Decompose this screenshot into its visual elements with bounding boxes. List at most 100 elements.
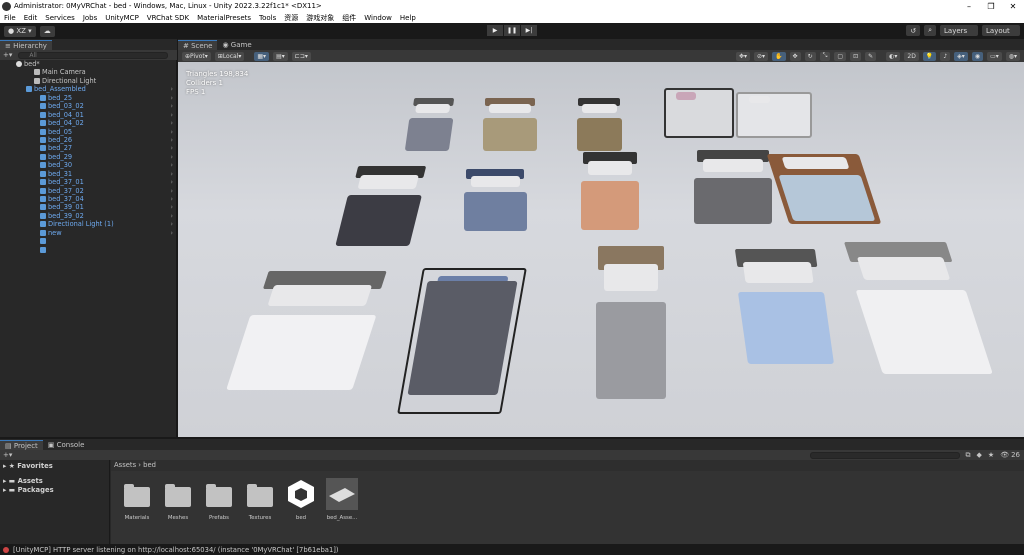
hand-tool-button[interactable]: ✋	[772, 51, 786, 61]
scale-tool-button[interactable]: ⤡	[819, 51, 831, 61]
list-item[interactable]	[0, 237, 177, 245]
snap-increment-button[interactable]: ▤▾	[273, 51, 288, 61]
list-item[interactable]: Directional Light (1) ›	[0, 220, 177, 228]
asset-item-materials[interactable]: Materials	[121, 478, 153, 521]
bed-model[interactable]	[330, 165, 431, 250]
list-item[interactable]: bed_29 ›	[0, 153, 177, 161]
tab-project[interactable]: ▤ Project	[0, 440, 43, 450]
chevron-right-icon[interactable]: ›	[170, 187, 173, 195]
bed-model[interactable]	[578, 151, 642, 234]
chevron-right-icon[interactable]: ›	[170, 178, 173, 186]
asset-item-bed-assembled[interactable]: bed_Asse...	[326, 478, 358, 521]
shading-dropdown[interactable]: ◐▾	[886, 51, 901, 61]
menu-edit[interactable]: Edit	[20, 14, 42, 22]
layers-dropdown[interactable]: Layers	[940, 25, 978, 36]
menu-file[interactable]: File	[0, 14, 20, 22]
filter-label-icon[interactable]: ◆	[977, 451, 982, 459]
chevron-right-icon[interactable]: ›	[170, 203, 173, 211]
list-item[interactable]: bed_Assembled ›	[0, 85, 177, 93]
gizmo-tools-dropdown[interactable]: ✥▾	[735, 51, 751, 61]
maximize-button[interactable]: ❐	[980, 2, 1002, 11]
list-item[interactable]	[0, 246, 177, 254]
menu-unitymcp[interactable]: UnityMCP	[101, 14, 143, 22]
filter-type-icon[interactable]: ⧉	[966, 451, 971, 460]
menu-jobs[interactable]: Jobs	[79, 14, 101, 22]
list-item[interactable]: Main Camera	[0, 68, 177, 76]
transform-tool-button[interactable]: ⊡	[850, 51, 862, 61]
bunk-bed-model[interactable]	[664, 88, 734, 138]
rect-tool-button[interactable]: ▢	[834, 51, 847, 61]
list-item[interactable]: bed_37_01 ›	[0, 178, 177, 186]
project-search-input[interactable]	[809, 451, 960, 459]
add-object-button[interactable]: +▾	[3, 51, 12, 59]
list-item[interactable]: bed_05 ›	[0, 128, 177, 136]
list-item[interactable]: bed_27 ›	[0, 144, 177, 152]
bed-model[interactable]	[402, 97, 457, 154]
hidden-objects-button[interactable]: ◉	[971, 51, 984, 61]
chevron-right-icon[interactable]: ›	[170, 111, 173, 119]
audio-toggle[interactable]: ♪	[940, 51, 951, 61]
list-item[interactable]: bed_30 ›	[0, 161, 177, 169]
menu-component[interactable]: 组件	[338, 13, 360, 23]
move-tool-button[interactable]: ✥	[789, 51, 801, 61]
chevron-right-icon[interactable]: ›	[170, 102, 173, 110]
hierarchy-search-input[interactable]: All	[18, 51, 169, 59]
menu-window[interactable]: Window	[360, 14, 396, 22]
grid-align-button[interactable]: ⊏⊐▾	[291, 51, 311, 61]
list-item[interactable]: bed_37_04 ›	[0, 195, 177, 203]
play-button[interactable]: ▶	[487, 25, 503, 36]
bed-model[interactable]	[690, 150, 776, 228]
tab-console[interactable]: ▣ Console	[43, 440, 90, 450]
bed-model[interactable]	[766, 154, 882, 224]
chevron-right-icon[interactable]: ›	[170, 170, 173, 178]
list-item[interactable]: bed_25 ›	[0, 94, 177, 102]
favorites-item[interactable]: ▸ ★ Favorites	[0, 462, 109, 471]
bunk-bed-model[interactable]	[736, 92, 812, 138]
custom-tool-button[interactable]: ✎	[865, 51, 877, 61]
tab-game[interactable]: ◉ Game	[217, 40, 256, 50]
list-item[interactable]: bed_31 ›	[0, 170, 177, 178]
mode-2d-button[interactable]: 2D	[904, 51, 919, 61]
bed-model[interactable]	[397, 268, 527, 414]
list-item[interactable]: Directional Light	[0, 77, 177, 85]
menu-services[interactable]: Services	[41, 14, 79, 22]
chevron-right-icon[interactable]: ›	[170, 119, 173, 127]
packages-item[interactable]: ▸ ▬ Packages	[0, 486, 109, 495]
minimize-button[interactable]: –	[958, 2, 980, 11]
chevron-right-icon[interactable]: ›	[170, 128, 173, 136]
list-item[interactable]: bed_04_01 ›	[0, 111, 177, 119]
close-button[interactable]: ✕	[1002, 2, 1024, 11]
chevron-right-icon[interactable]: ›	[170, 229, 173, 237]
menu-vrchat-sdk[interactable]: VRChat SDK	[143, 14, 193, 22]
list-item[interactable]: bed_04_02 ›	[0, 119, 177, 127]
assets-item[interactable]: ▸ ▬ Assets	[0, 477, 109, 486]
camera-dropdown[interactable]: ▭▾	[987, 51, 1002, 61]
cloud-button[interactable]: ☁	[39, 25, 55, 37]
list-item[interactable]: new ›	[0, 229, 177, 237]
favorite-star-icon[interactable]: ★	[988, 451, 994, 459]
chevron-right-icon[interactable]: ›	[170, 94, 173, 102]
chevron-right-icon[interactable]: ›	[170, 220, 173, 228]
chevron-right-icon[interactable]: ›	[170, 136, 173, 144]
search-button[interactable]: ⌕	[924, 25, 936, 36]
bed-model[interactable]	[217, 270, 395, 396]
menu-gameobject[interactable]: 游戏对象	[302, 13, 338, 23]
tab-hierarchy[interactable]: ≡ Hierarchy	[0, 40, 52, 50]
scene-viewport[interactable]: Triangles 198,834 Colliders 1 FPS 1	[178, 62, 1024, 437]
account-dropdown[interactable]: ● XZ ▾	[4, 25, 36, 37]
bed-model[interactable]	[460, 169, 530, 234]
bed-model[interactable]	[592, 246, 670, 406]
bed-model[interactable]	[480, 97, 540, 154]
create-asset-button[interactable]: +▾	[0, 451, 12, 459]
hidden-packages-icon[interactable]: 👁	[1000, 451, 1009, 459]
menu-assets[interactable]: 资源	[280, 13, 302, 23]
status-message[interactable]: [UnityMCP] HTTP server listening on http…	[13, 546, 339, 554]
pivot-dropdown[interactable]: ⊕ Pivot ▾	[182, 51, 211, 61]
list-item[interactable]: bed_37_02 ›	[0, 187, 177, 195]
menu-materialpresets[interactable]: MaterialPresets	[193, 14, 255, 22]
gizmos-dropdown[interactable]: ◍▾	[1005, 51, 1020, 61]
pause-button[interactable]: ❚❚	[504, 25, 520, 36]
bed-model[interactable]	[728, 249, 840, 370]
lighting-toggle[interactable]: 💡	[922, 51, 937, 61]
chevron-right-icon[interactable]: ›	[170, 161, 173, 169]
